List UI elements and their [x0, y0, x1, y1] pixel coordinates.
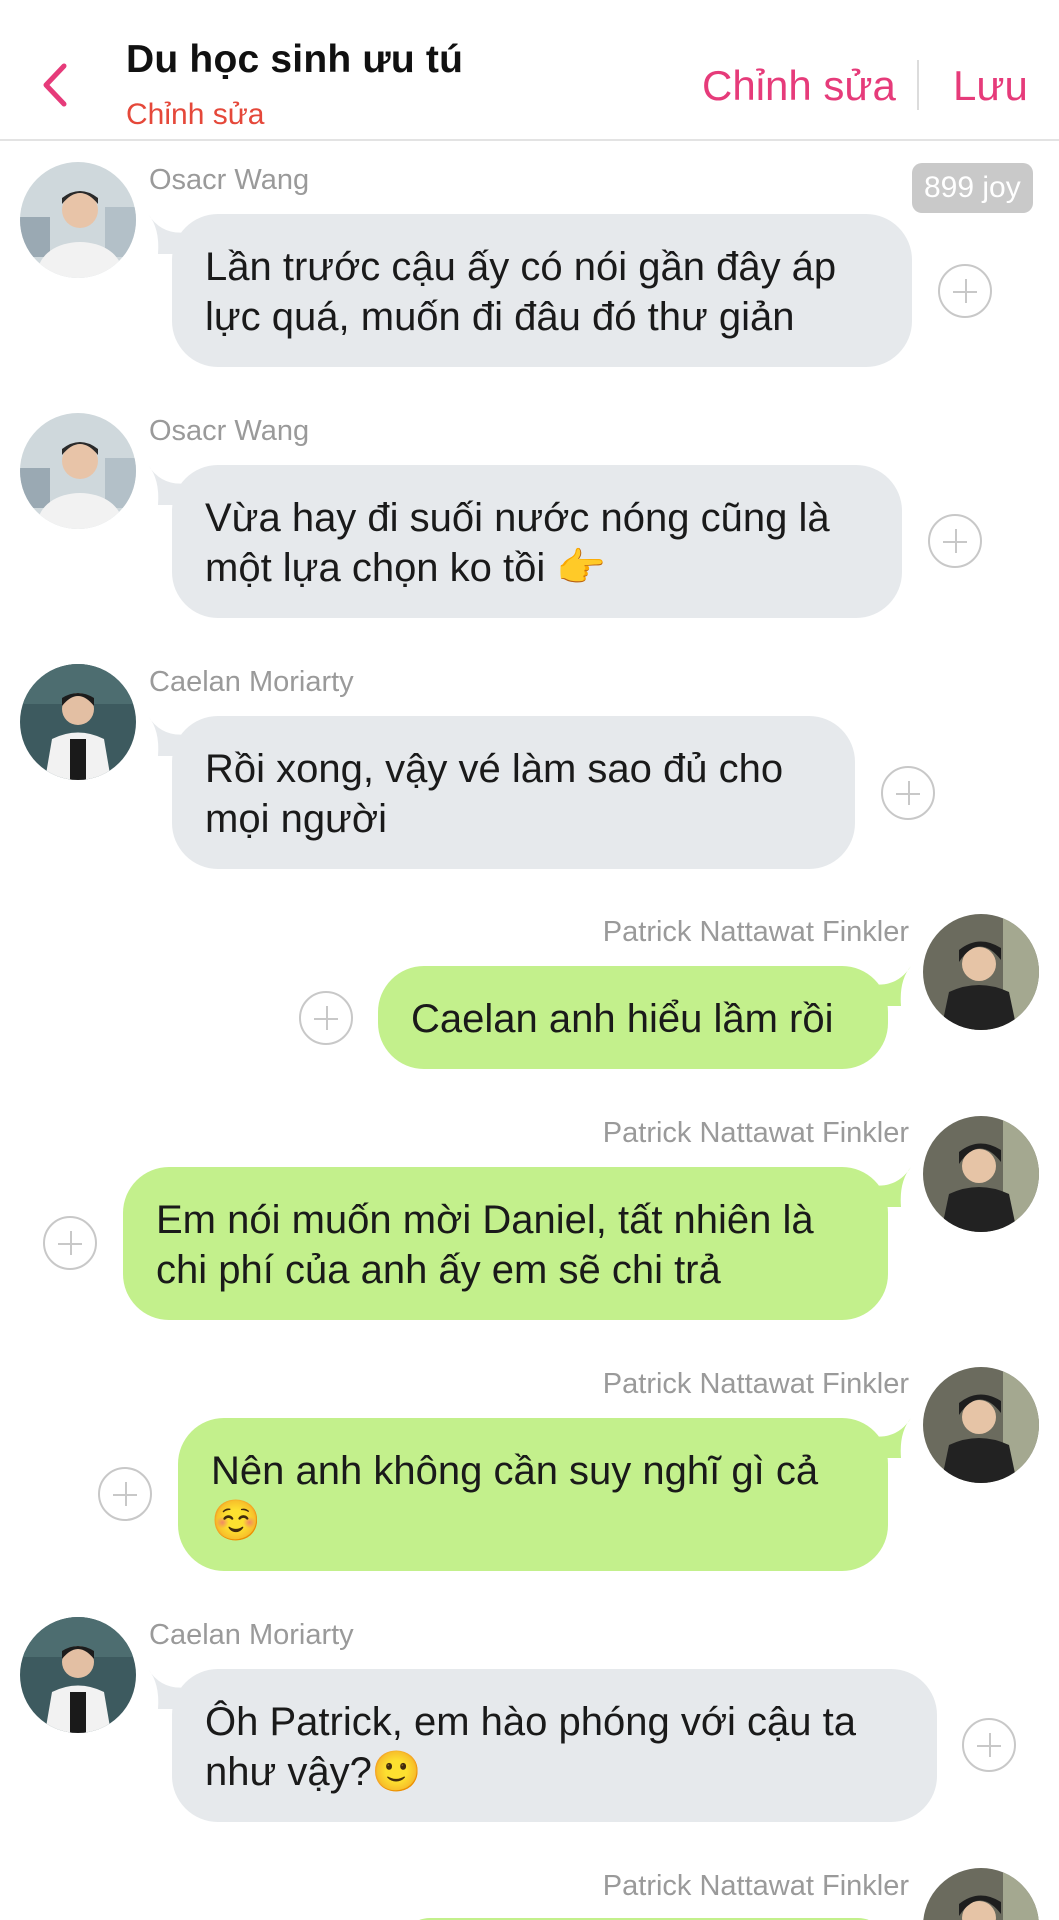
message-bubble[interactable]: Lần trước cậu ấy có nói gần đây áp lực q…: [172, 214, 912, 367]
sender-name: Patrick Nattawat Finkler: [602, 1368, 909, 1400]
avatar-photo-icon: [20, 1617, 136, 1733]
back-button[interactable]: [36, 60, 76, 110]
add-reaction-button[interactable]: [962, 1718, 1016, 1772]
avatar-patrick-nattawat-finkler[interactable]: [923, 914, 1039, 1030]
chat-title: Du học sinh ưu tú: [126, 38, 464, 81]
message-bubble[interactable]: Nên anh không cần suy nghĩ gì cả ☺️: [178, 1418, 888, 1571]
add-reaction-button[interactable]: [98, 1467, 152, 1521]
chat-subtitle: Chỉnh sửa: [126, 98, 265, 131]
sender-name: Caelan Moriarty: [149, 1619, 354, 1651]
add-reaction-button[interactable]: [881, 766, 935, 820]
avatar-photo-icon: [20, 162, 136, 278]
avatar-patrick-nattawat-finkler[interactable]: [923, 1367, 1039, 1483]
avatar-patrick-nattawat-finkler[interactable]: [923, 1868, 1039, 1920]
avatar-photo-icon: [923, 1868, 1039, 1920]
message-line: lực quá, muốn đi đâu đó thư giản: [205, 295, 795, 339]
add-reaction-button[interactable]: [938, 264, 992, 318]
message-line: như vậy?🙂: [205, 1750, 422, 1794]
add-reaction-button[interactable]: [928, 514, 982, 568]
edit-button[interactable]: Chỉnh sửa: [702, 62, 896, 110]
message-line: Vừa hay đi suối nước nóng cũng là: [205, 496, 830, 540]
avatar-patrick-nattawat-finkler[interactable]: [923, 1116, 1039, 1232]
add-reaction-button[interactable]: [43, 1216, 97, 1270]
message-bubble[interactable]: Em nói muốn mời Daniel, tất nhiên là chi…: [123, 1167, 888, 1320]
message-bubble[interactable]: Ôh Patrick, em hào phóng với cậu ta như …: [172, 1669, 937, 1822]
message-line: Rồi xong, vậy vé làm sao đủ cho: [205, 747, 784, 791]
chevron-left-icon: [43, 63, 67, 107]
joy-badge: 899 joy: [912, 163, 1033, 213]
message-bubble[interactable]: Rồi xong, vậy vé làm sao đủ cho mọi ngườ…: [172, 716, 855, 869]
avatar-photo-icon: [923, 1116, 1039, 1232]
message-line: Ôh Patrick, em hào phóng với cậu ta: [205, 1700, 857, 1744]
message-line: mọi người: [205, 797, 387, 841]
chat-header: Du học sinh ưu tú Chỉnh sửa Chỉnh sửa Lư…: [0, 0, 1059, 141]
save-button[interactable]: Lưu: [953, 62, 1028, 110]
message-line: ☺️: [211, 1499, 261, 1543]
sender-name: Patrick Nattawat Finkler: [602, 1870, 909, 1902]
avatar-photo-icon: [20, 413, 136, 529]
message-line: Lần trước cậu ấy có nói gần đây áp: [205, 245, 837, 289]
message-line: một lựa chọn ko tồi 👉: [205, 546, 607, 590]
message-line: chi phí của anh ấy em sẽ chi trả: [156, 1248, 721, 1292]
header-divider: [917, 60, 919, 110]
sender-name: Caelan Moriarty: [149, 666, 354, 698]
message-line: Em nói muốn mời Daniel, tất nhiên là: [156, 1198, 814, 1242]
message-bubble[interactable]: Caelan anh hiểu lầm rồi: [378, 966, 888, 1069]
sender-name: Patrick Nattawat Finkler: [602, 1117, 909, 1149]
avatar-caelan-moriarty[interactable]: [20, 664, 136, 780]
sender-name: Osacr Wang: [149, 164, 310, 196]
message-line: Nên anh không cần suy nghĩ gì cả: [211, 1449, 819, 1493]
add-reaction-button[interactable]: [299, 991, 353, 1045]
avatar-photo-icon: [923, 1367, 1039, 1483]
sender-name: Patrick Nattawat Finkler: [602, 916, 909, 948]
avatar-osacr-wang[interactable]: [20, 162, 136, 278]
avatar-photo-icon: [20, 664, 136, 780]
avatar-photo-icon: [923, 914, 1039, 1030]
avatar-osacr-wang[interactable]: [20, 413, 136, 529]
message-line: Caelan anh hiểu lầm rồi: [411, 997, 834, 1041]
sender-name: Osacr Wang: [149, 415, 310, 447]
message-bubble[interactable]: Vừa hay đi suối nước nóng cũng là một lự…: [172, 465, 902, 618]
avatar-caelan-moriarty[interactable]: [20, 1617, 136, 1733]
